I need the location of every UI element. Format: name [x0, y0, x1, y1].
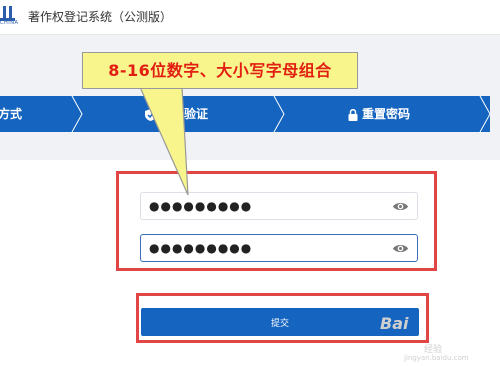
confirm-password-input[interactable]	[149, 239, 379, 257]
step-method: 方式	[0, 107, 23, 121]
baidu-watermark: Bai 经验 jingyan.baidu.com	[380, 314, 500, 364]
eye-icon[interactable]	[392, 200, 409, 213]
step-reset-password: 重置密码	[348, 96, 410, 132]
tooltip-pointer	[139, 86, 189, 196]
eye-icon[interactable]	[392, 242, 409, 255]
new-password-input[interactable]	[149, 197, 379, 215]
app-title: 著作权登记系统（公测版）	[28, 10, 173, 24]
progress-steps: 方式 账号验证 重置密码	[0, 96, 491, 132]
step-separator	[273, 96, 285, 132]
watermark-brand: Bai	[380, 314, 409, 333]
step-separator	[71, 96, 83, 132]
logo-subtext: CHINA	[0, 20, 19, 26]
lock-icon	[348, 108, 358, 121]
steps-tail	[490, 96, 500, 132]
submit-button[interactable]: 提交	[141, 308, 419, 336]
confirm-password-field[interactable]	[140, 234, 418, 262]
watermark-url: jingyan.baidu.com	[404, 354, 469, 362]
password-rule-tooltip: 8-16位数字、大小写字母组合	[82, 52, 358, 89]
step-reset-password-label: 重置密码	[362, 107, 411, 121]
app-header: CHINA 著作权登记系统（公测版）	[0, 0, 500, 35]
